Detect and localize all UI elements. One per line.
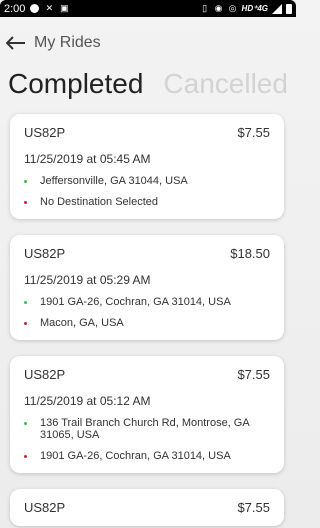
tab-completed[interactable]: Completed xyxy=(8,68,143,100)
pickup-address: Jeffersonville, GA 31044, USA xyxy=(40,175,188,187)
tab-cancelled[interactable]: Cancelled xyxy=(163,68,288,100)
ride-datetime: 11/25/2019 at 05:45 AM xyxy=(24,152,151,166)
location-icon: ◉ xyxy=(214,3,223,13)
vehicle-id: US82P xyxy=(24,125,66,140)
vehicle-id: US82P xyxy=(24,246,66,261)
ride-datetime: 11/25/2019 at 05:29 AM xyxy=(24,273,151,287)
pickup-dot-icon xyxy=(24,301,27,304)
pickup-address: 1901 GA-26, Cochran, GA 31014, USA xyxy=(40,296,231,308)
dropoff-address: 1901 GA-26, Cochran, GA 31014, USA xyxy=(40,450,231,462)
network-indicator: HD⁺4G xyxy=(241,4,268,13)
header: My Rides xyxy=(0,31,296,55)
pickup-address: 136 Trail Branch Church Rd, Montrose, GA… xyxy=(40,417,250,441)
ride-tabs: Completed Cancelled xyxy=(8,68,288,102)
vibrate-icon: ▯ xyxy=(202,3,208,13)
dropoff-address: Macon, GA, USA xyxy=(40,317,124,329)
vehicle-id: US82P xyxy=(24,367,66,382)
vehicle-id: US82P xyxy=(24,500,66,515)
ride-card[interactable]: US82P $18.50 11/25/2019 at 05:29 AM 1901… xyxy=(10,235,284,340)
ride-price: $18.50 xyxy=(230,246,270,261)
signal-icon xyxy=(272,3,282,14)
dropoff-dot-icon xyxy=(24,455,27,458)
back-arrow-icon[interactable] xyxy=(6,33,30,53)
page-title: My Rides xyxy=(34,34,101,51)
train-icon: ▣ xyxy=(60,3,69,13)
ride-card[interactable]: US82P $7.55 11/25/2019 at 05:12 AM 136 T… xyxy=(10,356,284,473)
notification-dot-icon xyxy=(30,4,40,13)
status-time: 2:00 xyxy=(4,2,26,15)
ride-list: US82P $7.55 11/25/2019 at 05:45 AM Jeffe… xyxy=(10,114,284,528)
status-bar: 2:00 ✕ ▣ ▯ ◉ ◎ HD⁺4G xyxy=(0,0,296,17)
battery-icon xyxy=(286,3,292,14)
ride-datetime: 11/25/2019 at 05:12 AM xyxy=(24,394,151,408)
dropoff-dot-icon xyxy=(24,201,27,204)
ride-price: $7.55 xyxy=(237,125,270,140)
ride-price: $7.55 xyxy=(237,500,270,515)
dropoff-address: No Destination Selected xyxy=(40,196,159,208)
app-notification-icon: ✕ xyxy=(45,3,54,13)
hotspot-icon: ◎ xyxy=(228,3,237,13)
ride-card[interactable]: US82P $7.55 xyxy=(10,489,284,526)
dropoff-dot-icon xyxy=(24,322,27,325)
ride-price: $7.55 xyxy=(237,367,270,382)
ride-card[interactable]: US82P $7.55 11/25/2019 at 05:45 AM Jeffe… xyxy=(10,114,284,219)
pickup-dot-icon xyxy=(24,180,27,183)
pickup-dot-icon xyxy=(24,422,27,425)
